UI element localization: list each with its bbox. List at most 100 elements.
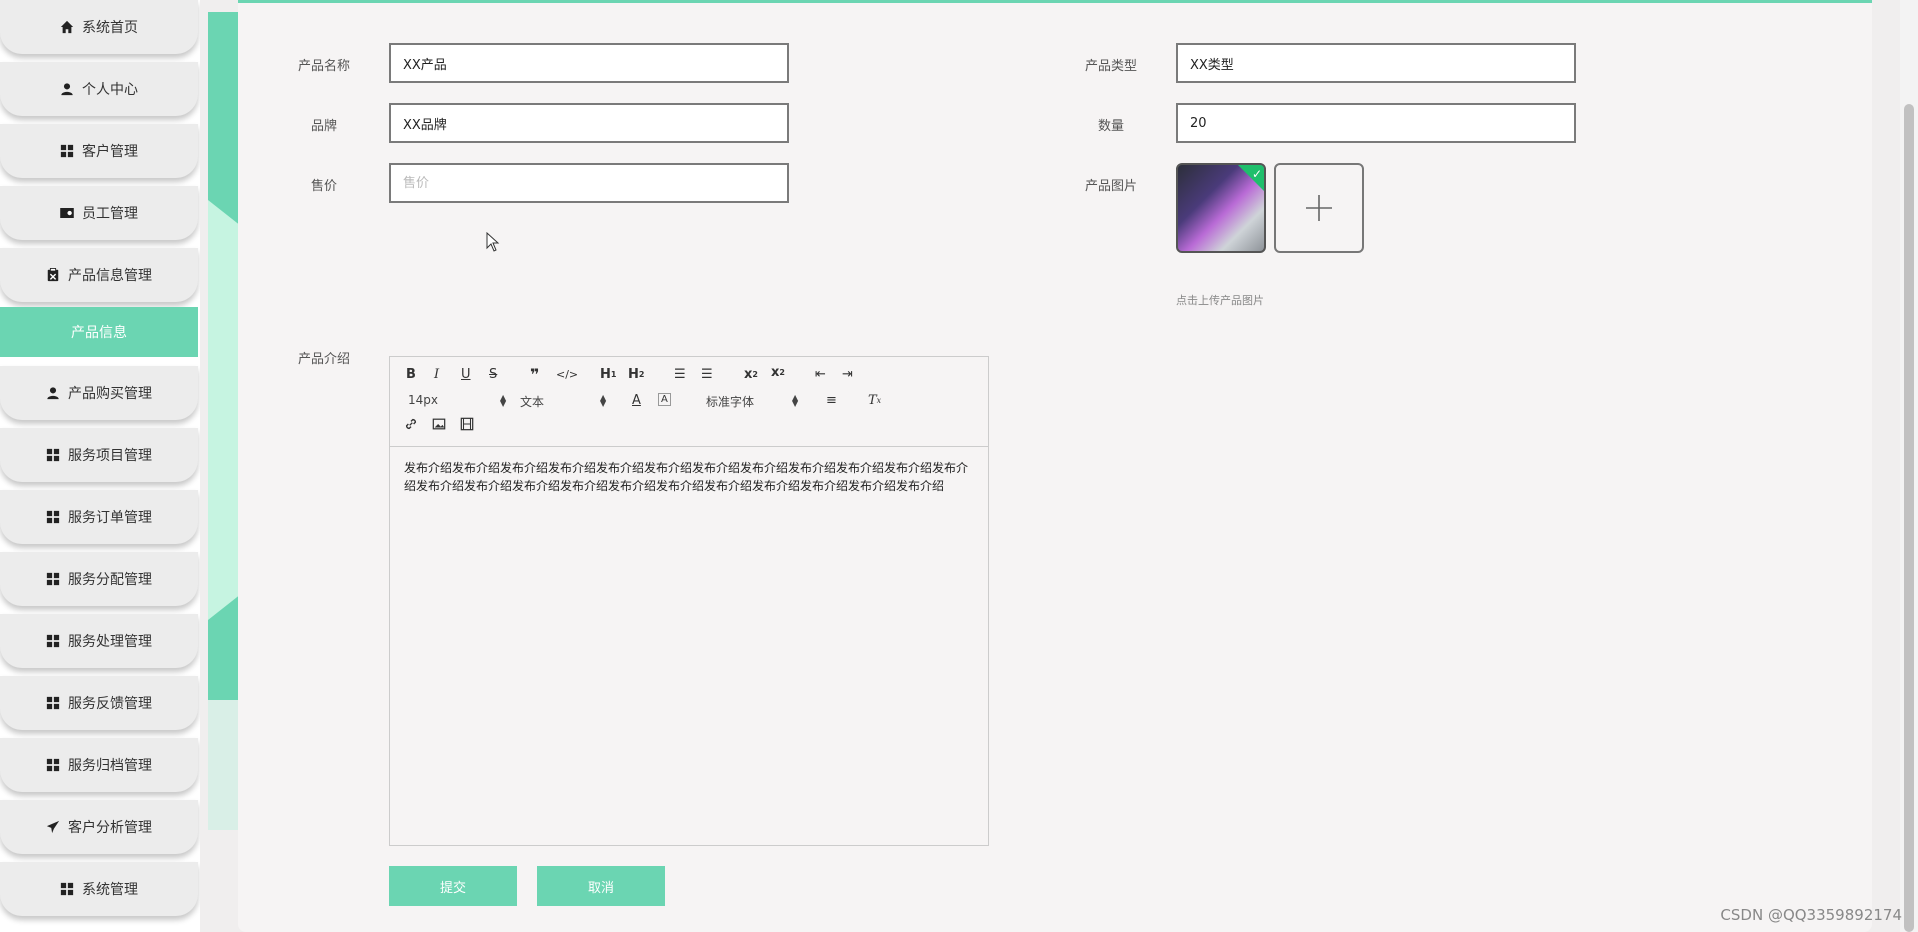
sidebar-item-employees[interactable]: 员工管理 [0,186,198,240]
decorative-stripe-light [208,200,240,620]
select-arrows-icon: ▲ ▼ [500,393,507,408]
heading1-icon[interactable]: H1 [600,367,616,382]
send-icon [46,820,60,834]
product-image-label: 产品图片 [1084,179,1137,194]
italic-icon[interactable]: I [434,367,439,382]
grid-icon [60,882,74,896]
sidebar-item-label: 客户管理 [82,144,138,160]
id-card-icon [60,206,74,220]
home-icon [60,20,74,34]
sidebar-item-label: 系统首页 [82,20,138,36]
outdent-icon[interactable]: ⇤ [815,367,826,382]
mouse-cursor-icon [486,232,500,252]
sidebar-item-label: 产品购买管理 [68,386,152,402]
price-label: 售价 [310,179,337,194]
bullet-list-icon[interactable]: ☰ [701,367,713,382]
link-icon[interactable] [404,417,418,431]
sidebar-item-label: 系统管理 [82,882,138,898]
grid-icon [46,634,60,648]
sidebar-item-label: 服务分配管理 [68,572,152,588]
sidebar-item-label: 服务订单管理 [68,510,152,526]
select-arrows-icon: ▲ ▼ [792,393,799,408]
subscript-icon[interactable]: x2 [744,367,758,382]
blockquote-icon[interactable]: ❞ [530,365,539,384]
grid-icon [60,144,74,158]
watermark: CSDN @QQ3359892174 [1720,906,1902,924]
sidebar-item-service-assignment[interactable]: 服务分配管理 [0,552,198,606]
scrollbar-thumb[interactable] [1904,104,1914,932]
image-icon[interactable] [432,417,446,431]
code-block-icon[interactable]: </> [556,368,578,381]
sidebar-item-personal-center[interactable]: 个人中心 [0,62,198,116]
superscript-icon[interactable]: x2 [771,365,785,380]
submit-button[interactable]: 提交 [389,866,517,906]
cancel-button[interactable]: 取消 [537,866,665,906]
brand-label: 品牌 [310,119,337,134]
header-select-value: 文本 [520,395,545,409]
font-size-select[interactable]: 14px ▲ ▼ [408,393,506,408]
indent-icon[interactable]: ⇥ [842,367,853,382]
sidebar-item-service-projects[interactable]: 服务项目管理 [0,428,198,482]
brand-input[interactable] [389,103,789,143]
sidebar-item-label: 服务项目管理 [68,448,152,464]
header-select[interactable]: 文本 ▲ ▼ [520,393,610,410]
sidebar-item-service-archive[interactable]: 服务归档管理 [0,738,198,792]
sidebar-item-label: 产品信息管理 [68,268,152,284]
product-name-label: 产品名称 [297,59,350,74]
sidebar-item-home[interactable]: 系统首页 [0,0,198,54]
sidebar-item-service-feedback[interactable]: 服务反馈管理 [0,676,198,730]
ordered-list-icon[interactable]: ☰ [674,367,686,382]
underline-icon[interactable]: U [461,367,471,382]
sidebar-item-service-orders[interactable]: 服务订单管理 [0,490,198,544]
quantity-label: 数量 [1097,119,1124,134]
strikethrough-icon[interactable]: S [489,367,497,382]
plus-icon [1306,195,1332,221]
upload-image-button[interactable] [1274,163,1364,253]
video-icon[interactable] [460,417,474,431]
sidebar-item-service-handling[interactable]: 服务处理管理 [0,614,198,668]
grid-icon [46,448,60,462]
grid-icon [46,696,60,710]
grid-icon [46,758,60,772]
bold-icon[interactable]: B [406,367,416,382]
clipboard-icon [46,268,60,282]
quantity-input[interactable] [1176,103,1576,143]
decorative-stripe-bottom [208,700,240,830]
product-name-input[interactable] [389,43,789,83]
sidebar-item-label: 客户分析管理 [68,820,152,836]
sidebar-item-label: 服务归档管理 [68,758,152,774]
sidebar-item-label: 产品信息 [71,325,127,341]
product-image-thumbnail[interactable]: ✓ [1176,163,1266,253]
sidebar-item-product-purchase[interactable]: 产品购买管理 [0,366,198,420]
user-icon [60,82,74,96]
sidebar-item-system[interactable]: 系统管理 [0,862,198,916]
font-color-icon[interactable]: A [632,393,641,408]
font-family-value: 标准字体 [706,395,755,409]
product-type-input[interactable] [1176,43,1576,83]
font-size-value: 14px [408,393,438,407]
background-color-icon[interactable]: A [658,393,671,406]
product-type-label: 产品类型 [1084,59,1137,74]
sidebar-item-label: 服务反馈管理 [68,696,152,712]
align-icon[interactable]: ≡ [826,393,837,408]
user-icon [46,386,60,400]
grid-icon [46,572,60,586]
select-arrows-icon: ▲ ▼ [600,393,607,408]
grid-icon [46,510,60,524]
sidebar-subitem-product-info[interactable]: 产品信息 [0,307,198,357]
sidebar: 系统首页 个人中心 客户管理 员工管理 产品信息管理 产品信息 产品购买管理 服… [0,0,200,932]
heading2-icon[interactable]: H2 [628,367,644,382]
rich-text-editor: B I U S ❞ </> H1 H2 ☰ ☰ x2 x2 ⇤ ⇥ 14px ▲… [389,356,989,846]
clear-format-icon[interactable]: Tx [868,393,881,408]
price-input[interactable] [389,163,789,203]
sidebar-item-label: 服务处理管理 [68,634,152,650]
font-family-select[interactable]: 标准字体 ▲ ▼ [706,393,799,410]
check-icon: ✓ [1251,167,1262,181]
upload-hint: 点击上传产品图片 [1176,294,1264,307]
sidebar-item-customers[interactable]: 客户管理 [0,124,198,178]
editor-content[interactable]: 发布介绍发布介绍发布介绍发布介绍发布介绍发布介绍发布介绍发布介绍发布介绍发布介绍… [390,447,988,507]
sidebar-item-product-info-management[interactable]: 产品信息管理 [0,248,198,302]
editor-toolbar: B I U S ❞ </> H1 H2 ☰ ☰ x2 x2 ⇤ ⇥ 14px ▲… [390,357,988,447]
sidebar-item-label: 个人中心 [82,82,138,98]
sidebar-item-customer-analysis[interactable]: 客户分析管理 [0,800,198,854]
